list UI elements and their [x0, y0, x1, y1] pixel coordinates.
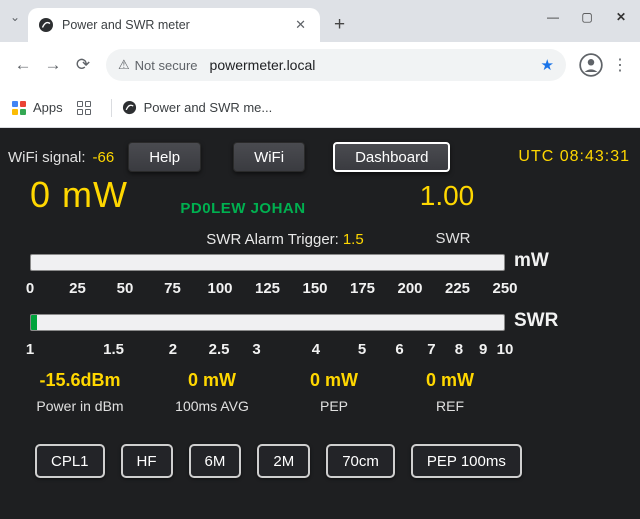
power-tick: 25 [69, 280, 86, 297]
close-window-button[interactable]: ✕ [604, 4, 638, 30]
bookmark-star-icon[interactable]: ★ [541, 56, 554, 74]
cpl1-button[interactable]: CPL1 [35, 444, 105, 478]
wifi-signal-value: -66 [93, 149, 115, 166]
dashboard-button[interactable]: Dashboard [333, 142, 450, 172]
swr-alarm-label: SWR Alarm Trigger: [206, 231, 339, 248]
tab-title: Power and SWR meter [62, 18, 291, 32]
reading-ref: 0 mW REF [426, 370, 474, 414]
address-bar[interactable]: ⚠ Not secure powermeter.local ★ [106, 49, 566, 81]
swr-tick: 8 [455, 341, 463, 358]
swr-alarm-trigger: SWR Alarm Trigger:1.5 [206, 231, 363, 248]
power-tick: 75 [164, 280, 181, 297]
navigation-bar: ← → ⟳ ⚠ Not secure powermeter.local ★ ⋮ [0, 42, 640, 88]
bookmarks-separator [111, 99, 112, 117]
power-tick: 175 [350, 280, 375, 297]
swr-tick: 7 [427, 341, 435, 358]
tab-search-chevron-icon[interactable]: ⌄ [10, 10, 20, 24]
power-tick: 0 [26, 280, 34, 297]
new-tab-button[interactable]: + [334, 15, 345, 34]
wifi-button[interactable]: WiFi [233, 142, 305, 172]
reading-pep: 0 mW PEP [310, 370, 358, 414]
power-bar-unit-label: mW [514, 250, 549, 272]
swr-alarm-value: 1.5 [343, 231, 364, 248]
swr-bar-unit-label: SWR [514, 310, 558, 332]
swr-tick: 4 [312, 341, 320, 358]
page-content: WiFi signal: -66 Help WiFi Dashboard UTC… [0, 128, 640, 519]
forward-icon[interactable]: → [38, 55, 68, 75]
minimize-button[interactable]: — [536, 4, 570, 30]
tab-strip: ⌄ Power and SWR meter ✕ + — ▢ ✕ [0, 0, 640, 42]
power-tick: 50 [117, 280, 134, 297]
callsign: PD0LEW JOHAN [180, 200, 305, 217]
reading-value: 0 mW [426, 370, 474, 391]
band-button-row: CPL1 HF 6M 2M 70cm PEP 100ms [35, 444, 522, 478]
swr-tick: 5 [358, 341, 366, 358]
swr-scale: 1 1.5 2 2.5 3 4 5 6 7 8 9 10 [30, 341, 505, 359]
reading-value: 0 mW [175, 370, 249, 391]
swr-tick: 1.5 [103, 341, 124, 358]
browser-window: ⌄ Power and SWR meter ✕ + — ▢ ✕ ← → ⟳ ⚠ … [0, 0, 640, 519]
reading-label: PEP [310, 398, 358, 414]
swr-tick: 10 [497, 341, 514, 358]
power-tick: 150 [302, 280, 327, 297]
6m-button[interactable]: 6M [189, 444, 242, 478]
swr-main-value: 1.00 [420, 180, 475, 212]
reading-avg: 0 mW 100ms AVG [175, 370, 249, 414]
reading-label: REF [426, 398, 474, 414]
swr-tick: 2.5 [209, 341, 230, 358]
maximize-button[interactable]: ▢ [570, 4, 604, 30]
power-tick: 250 [492, 280, 517, 297]
reading-label: Power in dBm [36, 398, 123, 414]
power-tick: 125 [255, 280, 280, 297]
apps-shortcut-grid-icon[interactable] [77, 101, 91, 115]
bookmark-favicon-icon [122, 100, 137, 115]
power-tick: 100 [207, 280, 232, 297]
utc-time: UTC 08:43:31 [518, 148, 630, 166]
swr-meter-fill [31, 315, 37, 330]
swr-tick: 2 [169, 341, 177, 358]
reading-label: 100ms AVG [175, 398, 249, 414]
reading-value: -15.6dBm [36, 370, 123, 391]
swr-tick: 9 [479, 341, 487, 358]
reading-value: 0 mW [310, 370, 358, 391]
70cm-button[interactable]: 70cm [326, 444, 395, 478]
reading-dbm: -15.6dBm Power in dBm [36, 370, 123, 414]
tab-close-icon[interactable]: ✕ [291, 15, 310, 35]
apps-label[interactable]: Apps [33, 100, 63, 115]
wifi-signal-label: WiFi signal: [8, 149, 86, 166]
hf-button[interactable]: HF [121, 444, 173, 478]
pep-100ms-button[interactable]: PEP 100ms [411, 444, 522, 478]
bookmark-item[interactable]: Power and SWR me... [144, 100, 273, 115]
swr-tick: 3 [252, 341, 260, 358]
power-meter-bar [30, 254, 505, 271]
not-secure-warning-icon[interactable]: ⚠ [118, 57, 130, 73]
power-scale: 0 25 50 75 100 125 150 175 200 225 250 [30, 280, 505, 298]
swr-meter-bar [30, 314, 505, 331]
apps-grid-icon[interactable] [12, 101, 26, 115]
site-favicon-icon [38, 17, 54, 33]
help-button[interactable]: Help [128, 142, 201, 172]
power-tick: 200 [397, 280, 422, 297]
swr-caption: SWR [436, 230, 471, 247]
power-tick: 225 [445, 280, 470, 297]
2m-button[interactable]: 2M [257, 444, 310, 478]
security-label[interactable]: Not secure [135, 58, 198, 73]
url-text[interactable]: powermeter.local [210, 57, 541, 73]
browser-tab[interactable]: Power and SWR meter ✕ [28, 8, 320, 42]
profile-avatar-icon[interactable] [578, 52, 604, 78]
back-icon[interactable]: ← [8, 55, 38, 75]
window-controls: — ▢ ✕ [536, 4, 638, 30]
top-row: WiFi signal: -66 Help WiFi Dashboard UTC… [0, 142, 640, 172]
swr-tick: 6 [395, 341, 403, 358]
browser-menu-icon[interactable]: ⋮ [608, 55, 632, 75]
swr-tick: 1 [26, 341, 34, 358]
power-main-value: 0 mW [30, 174, 128, 216]
reload-icon[interactable]: ⟳ [68, 55, 98, 75]
bookmarks-bar: Apps Power and SWR me... [0, 88, 640, 128]
